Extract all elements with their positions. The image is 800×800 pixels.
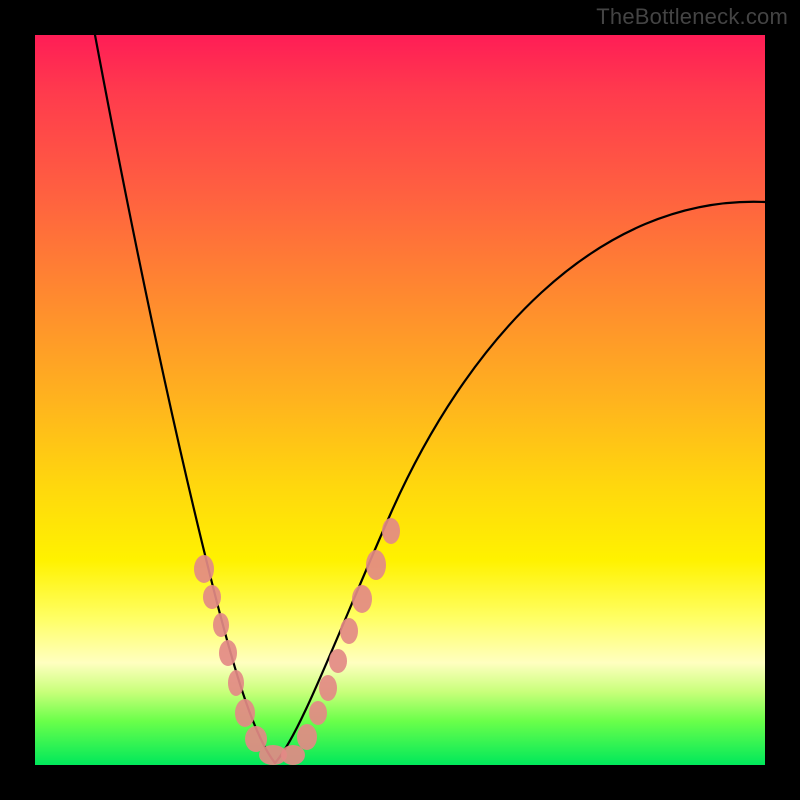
chart-frame: TheBottleneck.com <box>0 0 800 800</box>
bead <box>329 649 347 673</box>
bead <box>319 675 337 701</box>
watermark-text: TheBottleneck.com <box>596 4 788 30</box>
bead <box>194 555 214 583</box>
curve-right-branch <box>275 202 765 763</box>
bead <box>382 518 400 544</box>
bead <box>309 701 327 725</box>
plot-area <box>35 35 765 765</box>
bead <box>213 613 229 637</box>
bead <box>228 670 244 696</box>
bead <box>340 618 358 644</box>
bead <box>203 585 221 609</box>
bead <box>281 745 305 765</box>
bead <box>297 724 317 750</box>
bead <box>366 550 386 580</box>
bead <box>235 699 255 727</box>
bead <box>352 585 372 613</box>
bead <box>219 640 237 666</box>
curve-left-branch <box>95 35 275 763</box>
chart-svg <box>35 35 765 765</box>
